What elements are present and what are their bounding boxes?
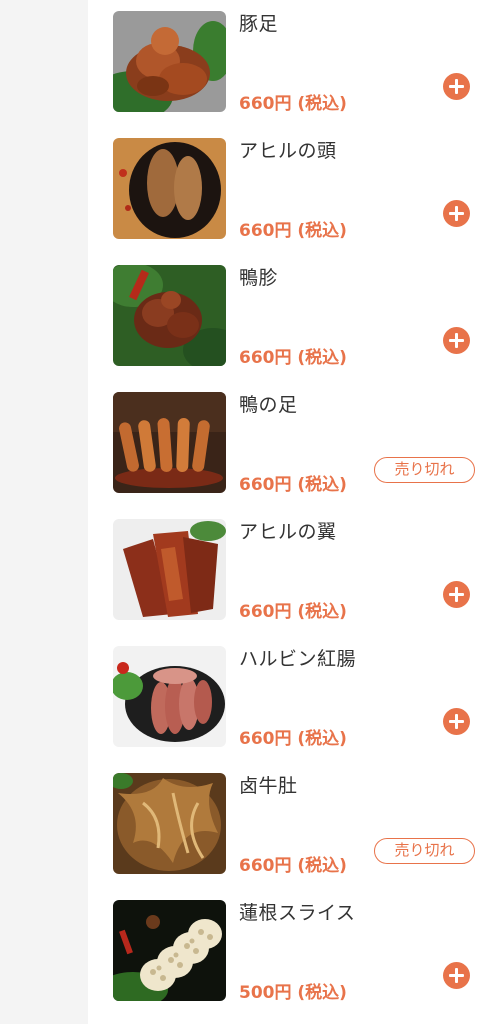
menu-item[interactable]: アヒルの翼 660円 (税込) (88, 508, 501, 635)
menu-list: 豚足 660円 (税込) アヒルの頭 660円 (税込) 鴨胗 660円 (税込… (88, 0, 501, 1024)
item-price: 660円 (税込) (239, 475, 347, 495)
menu-item[interactable]: 鴨の足 660円 (税込) 売り切れ (88, 381, 501, 508)
item-name: 卤牛肚 (239, 775, 298, 797)
item-photo[interactable] (113, 138, 226, 239)
menu-item[interactable]: アヒルの頭 660円 (税込) (88, 127, 501, 254)
item-photo[interactable] (113, 519, 226, 620)
item-price: 660円 (税込) (239, 602, 347, 622)
add-to-cart-plus-icon[interactable] (443, 200, 470, 227)
item-photo[interactable] (113, 773, 226, 874)
item-photo[interactable] (113, 392, 226, 493)
item-name: アヒルの頭 (239, 140, 337, 162)
add-to-cart-plus-icon[interactable] (443, 708, 470, 735)
item-price: 500円 (税込) (239, 983, 347, 1003)
menu-item[interactable]: 豚足 660円 (税込) (88, 0, 501, 127)
add-to-cart-plus-icon[interactable] (443, 962, 470, 989)
item-price: 660円 (税込) (239, 729, 347, 749)
item-name: 鴨胗 (239, 267, 279, 289)
menu-item[interactable]: 卤牛肚 660円 (税込) 売り切れ (88, 762, 501, 889)
item-price: 660円 (税込) (239, 221, 347, 241)
add-to-cart-plus-icon[interactable] (443, 581, 470, 608)
item-photo[interactable] (113, 265, 226, 366)
item-photo[interactable] (113, 646, 226, 747)
item-price: 660円 (税込) (239, 856, 347, 876)
menu-item[interactable]: ハルビン紅腸 660円 (税込) (88, 635, 501, 762)
item-name: 蓮根スライス (239, 902, 356, 924)
menu-item[interactable]: 蓮根スライス 500円 (税込) (88, 889, 501, 1016)
item-name: 豚足 (239, 13, 279, 35)
category-sidebar (0, 0, 88, 1024)
menu-page: 豚足 660円 (税込) アヒルの頭 660円 (税込) 鴨胗 660円 (税込… (0, 0, 501, 1024)
item-name: 鴨の足 (239, 394, 298, 416)
item-name: ハルビン紅腸 (239, 648, 357, 670)
add-to-cart-plus-icon[interactable] (443, 327, 470, 354)
item-price: 660円 (税込) (239, 94, 347, 114)
item-name: アヒルの翼 (239, 521, 337, 543)
item-price: 660円 (税込) (239, 348, 347, 368)
sold-out-badge: 売り切れ (374, 457, 475, 483)
add-to-cart-plus-icon[interactable] (443, 73, 470, 100)
item-photo[interactable] (113, 11, 226, 112)
item-photo[interactable] (113, 900, 226, 1001)
sold-out-badge: 売り切れ (374, 838, 475, 864)
menu-item[interactable]: 鴨胗 660円 (税込) (88, 254, 501, 381)
